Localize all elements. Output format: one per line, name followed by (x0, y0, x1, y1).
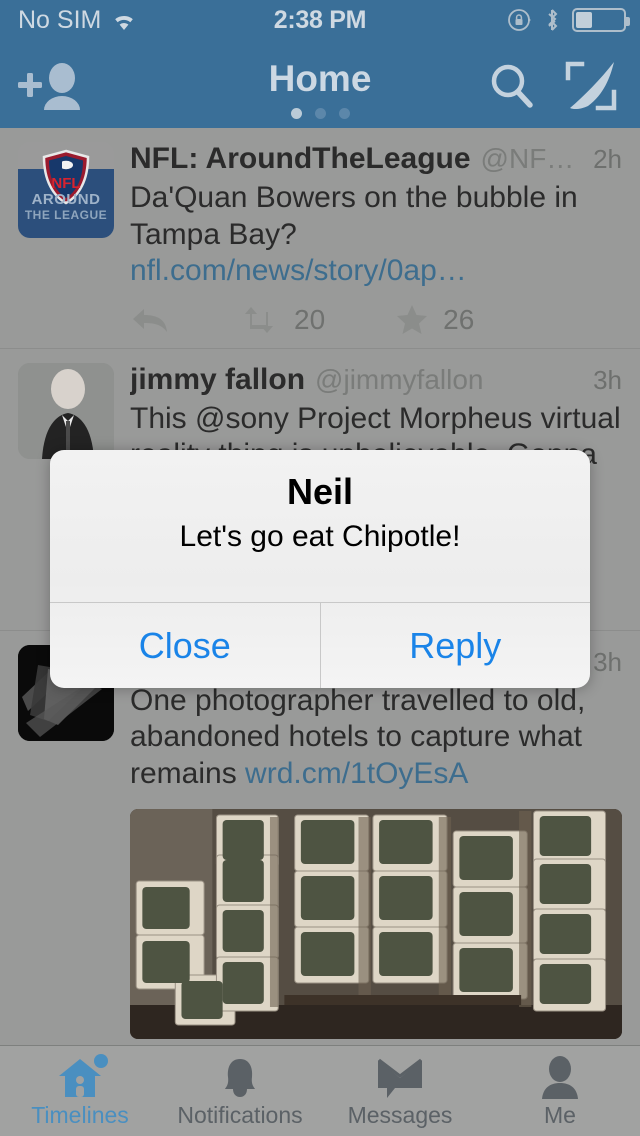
alert-content: Neil Let's go eat Chipotle! (50, 450, 590, 602)
tweet-text: Da'Quan Bowers on the bubble in Tampa Ba… (130, 180, 622, 290)
tweet-text-body: Da'Quan Bowers on the bubble in Tampa Ba… (130, 181, 578, 251)
tweet-author-handle[interactable]: @NFL_... (481, 143, 584, 175)
page-dot-2[interactable] (314, 108, 326, 119)
person-icon-wrap (538, 1054, 582, 1100)
tab-label-me: Me (544, 1101, 576, 1128)
nfl-avatar-line2: THE LEAGUE (24, 207, 108, 222)
person-icon (542, 1055, 578, 1099)
favorite-action[interactable]: 26 (395, 304, 474, 336)
envelope-icon-wrap (375, 1054, 425, 1100)
rotation-lock-icon (506, 7, 532, 33)
tab-notifications[interactable]: Notifications (160, 1046, 320, 1136)
home-icon-wrap (56, 1053, 108, 1100)
compose-button[interactable] (562, 60, 622, 112)
tweet-actions: 20 26 (130, 304, 622, 336)
alert-title: Neil (286, 471, 354, 512)
tweet-item[interactable]: NFL AROUND THE LEAGUE NFL: AroundTheLeag… (0, 128, 640, 349)
nfl-around-the-league-avatar[interactable]: NFL AROUND THE LEAGUE (18, 142, 114, 238)
tweet-header: jimmy fallon @jimmyfallon 3h (130, 363, 622, 397)
search-button[interactable] (484, 60, 540, 112)
jimmy-fallon-avatar[interactable] (18, 362, 114, 459)
tweet-header: NFL: AroundTheLeague @NFL_... 2h (130, 142, 622, 176)
tab-bar: Timelines Notifications Messages Me (0, 1045, 640, 1136)
tab-timelines[interactable]: Timelines (0, 1046, 160, 1136)
app-screen: No SIM 2:38 PM Home NFL AROUND THE LEAGU… (0, 0, 640, 1136)
tweet-timestamp: 3h (593, 364, 622, 395)
bluetooth-icon (544, 8, 560, 32)
status-bar-right (506, 7, 630, 33)
alert-message: Let's go eat Chipotle! (179, 519, 461, 553)
tweet-author-name[interactable]: NFL: AroundTheLeague (130, 142, 471, 176)
close-button[interactable]: Close (50, 603, 320, 688)
nfl-avatar-line1: AROUND (31, 191, 101, 209)
page-dot-3[interactable] (338, 108, 350, 119)
reply-button[interactable]: Reply (321, 603, 591, 688)
tweet-timestamp: 2h (593, 144, 622, 174)
tab-label-timelines: Timelines (31, 1101, 129, 1128)
abandoned-televisions-photo[interactable] (130, 808, 622, 1039)
timelines-badge (94, 1053, 108, 1068)
page-dots[interactable] (0, 108, 640, 119)
alert-dialog: Neil Let's go eat Chipotle! Close Reply (50, 450, 590, 688)
tweet-item[interactable]: WIRED @WIRED 3h One photographer travell… (0, 631, 640, 1045)
battery-icon (572, 8, 630, 32)
star-icon (397, 304, 428, 334)
tweet-author-name[interactable]: jimmy fallon (130, 363, 305, 397)
tweet-timestamp: 3h (593, 646, 622, 677)
tweet-link[interactable]: nfl.com/news/story/0ap… (130, 254, 467, 287)
tweet-text: One photographer travelled to old, aband… (130, 683, 622, 793)
envelope-icon (378, 1058, 422, 1098)
favorite-count: 26 (443, 303, 475, 335)
tweet-link[interactable]: wrd.cm/1tOyEsA (245, 757, 468, 790)
bell-icon-wrap (218, 1054, 262, 1100)
tab-messages[interactable]: Messages (320, 1046, 480, 1136)
svg-text:NFL: NFL (51, 175, 80, 192)
navigation-bar: Home (0, 40, 640, 128)
nfl-avatar-text: AROUND THE LEAGUE (18, 192, 114, 222)
tab-label-messages: Messages (347, 1101, 453, 1128)
page-title: Home (268, 58, 372, 99)
status-bar: No SIM 2:38 PM (0, 0, 640, 40)
page-dot-1[interactable] (290, 108, 302, 119)
bell-icon (225, 1058, 255, 1097)
retweet-action[interactable]: 20 (240, 304, 325, 336)
reply-icon (133, 308, 167, 332)
tab-label-notifications: Notifications (177, 1101, 303, 1128)
reply-action[interactable] (130, 305, 170, 335)
tweet-author-handle[interactable]: @jimmyfallon (315, 364, 583, 396)
tab-me[interactable]: Me (480, 1046, 640, 1136)
alert-buttons: Close Reply (50, 602, 590, 688)
retweet-icon (245, 306, 273, 333)
retweet-count: 20 (294, 303, 326, 335)
